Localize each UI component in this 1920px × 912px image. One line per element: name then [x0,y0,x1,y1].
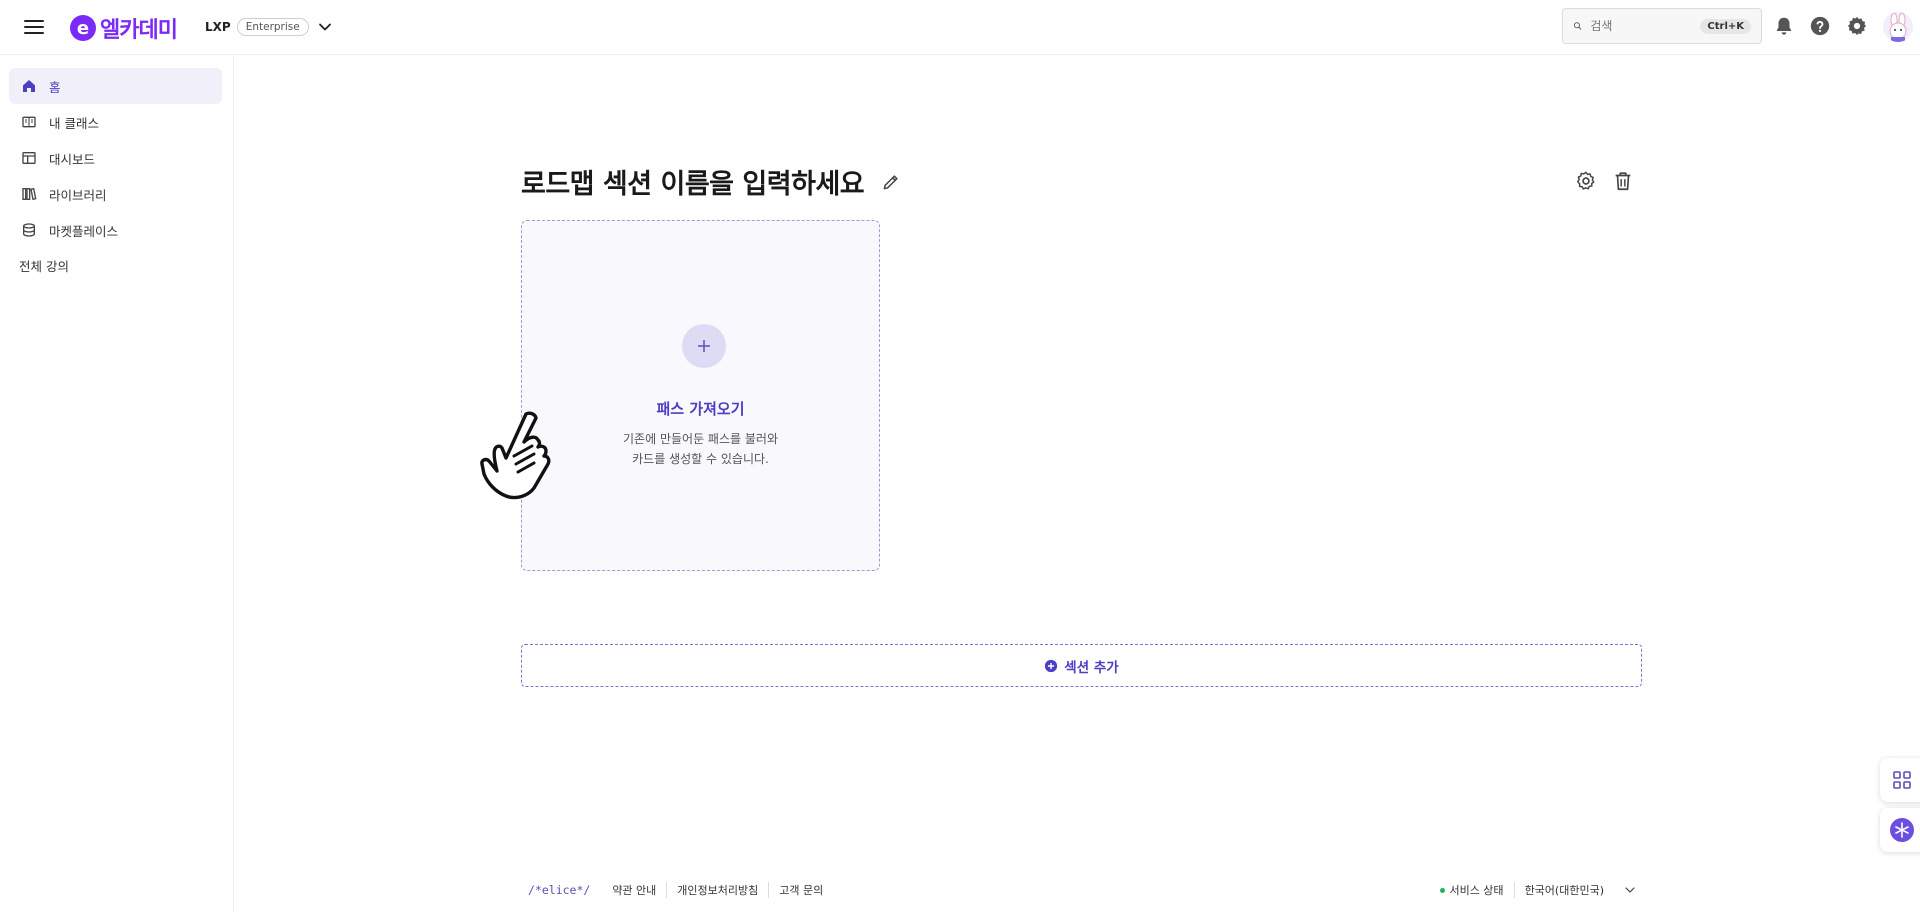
import-card-desc-line: 기존에 만들어둔 패스를 불러와 [623,432,778,446]
sidebar-item-label: 라이브러리 [49,187,107,203]
add-section-label: 섹션 추가 [1064,659,1119,676]
top-bar: e 엘카데미 LXP Enterprise Ctrl+K [0,0,1920,55]
database-icon [23,223,35,237]
footer-link-privacy[interactable]: 개인정보처리방침 [666,882,768,898]
sidebar-item-label: 내 클래스 [49,115,99,131]
footer: /*elice*/ 약관 안내 개인정보처리방침 고객 문의 서비스 상태 한국… [528,880,1638,900]
trash-icon[interactable] [1612,170,1634,192]
gear-icon[interactable] [1846,15,1868,37]
sidebar-item-dashboard[interactable]: 대시보드 [9,140,222,176]
search-shortcut-badge: Ctrl+K [1700,18,1751,34]
sidebar-item-my-class[interactable]: 내 클래스 [9,104,222,140]
apps-grid-button[interactable] [1880,758,1920,802]
menu-icon[interactable] [24,16,44,38]
search-input[interactable] [1590,19,1701,33]
footer-logo: /*elice*/ [528,883,591,897]
add-circle-icon [1045,659,1058,672]
sidebar-item-label: 대시보드 [49,151,96,167]
sidebar-item-library[interactable]: 라이브러리 [9,176,222,212]
footer-link-terms[interactable]: 약관 안내 [612,882,666,898]
avatar[interactable] [1883,12,1913,42]
section-title[interactable]: 로드맵 섹션 이름을 입력하세요 [521,162,865,201]
org-name: LXP [205,20,231,34]
search-icon [1573,22,1582,30]
language-selector[interactable]: 한국어(대한민국) [1513,882,1604,898]
help-icon[interactable] [1809,15,1831,37]
org-plan-badge: Enterprise [236,18,309,36]
org-switcher[interactable]: LXP Enterprise [205,17,335,37]
import-card-description: 기존에 만들어둔 패스를 불러와 카드를 생성할 수 있습니다. [522,429,879,469]
footer-right: 서비스 상태 한국어(대한민국) [1440,882,1638,898]
hand-cursor-icon [480,411,551,500]
import-card-title: 패스 가져오기 [656,400,745,418]
logo-text: 엘카데미 [100,18,178,43]
section-settings-icon[interactable] [1575,170,1597,192]
service-status-link[interactable]: 서비스 상태 [1449,882,1503,898]
home-icon [23,80,35,92]
logo-mark: e [70,15,96,41]
ai-assistant-button[interactable] [1880,808,1920,852]
chevron-down-icon[interactable] [1622,882,1638,898]
plus-icon [682,324,726,368]
bell-icon[interactable] [1773,15,1795,37]
import-card-desc-line: 카드를 생성할 수 있습니다. [632,452,769,466]
rabbit-avatar-icon [1889,12,1907,42]
logo[interactable]: e 엘카데미 [70,12,178,44]
sidebar-item-label: 홈 [49,79,61,95]
chevron-down-icon[interactable] [315,17,335,37]
grid-icon [1893,771,1911,789]
sidebar-item-all-courses[interactable]: 전체 강의 [19,256,69,275]
sparkle-icon [1890,818,1914,842]
search-box[interactable]: Ctrl+K [1562,8,1762,44]
footer-link-support[interactable]: 고객 문의 [768,882,833,898]
sidebar-item-marketplace[interactable]: 마켓플레이스 [9,212,222,248]
library-icon [22,187,37,201]
dashboard-icon [22,152,36,164]
sidebar: 홈 내 클래스 대시보드 라이브러리 마켓플레이스 전체 강의 [0,56,234,912]
sidebar-item-home[interactable]: 홈 [9,68,222,104]
sidebar-item-label: 마켓플레이스 [49,223,119,239]
status-dot-icon [1440,887,1446,893]
import-path-card[interactable]: 패스 가져오기 기존에 만들어둔 패스를 불러와 카드를 생성할 수 있습니다. [521,220,880,571]
pencil-icon[interactable] [881,172,901,192]
book-icon [22,116,36,128]
add-section-button[interactable]: 섹션 추가 [521,644,1642,687]
